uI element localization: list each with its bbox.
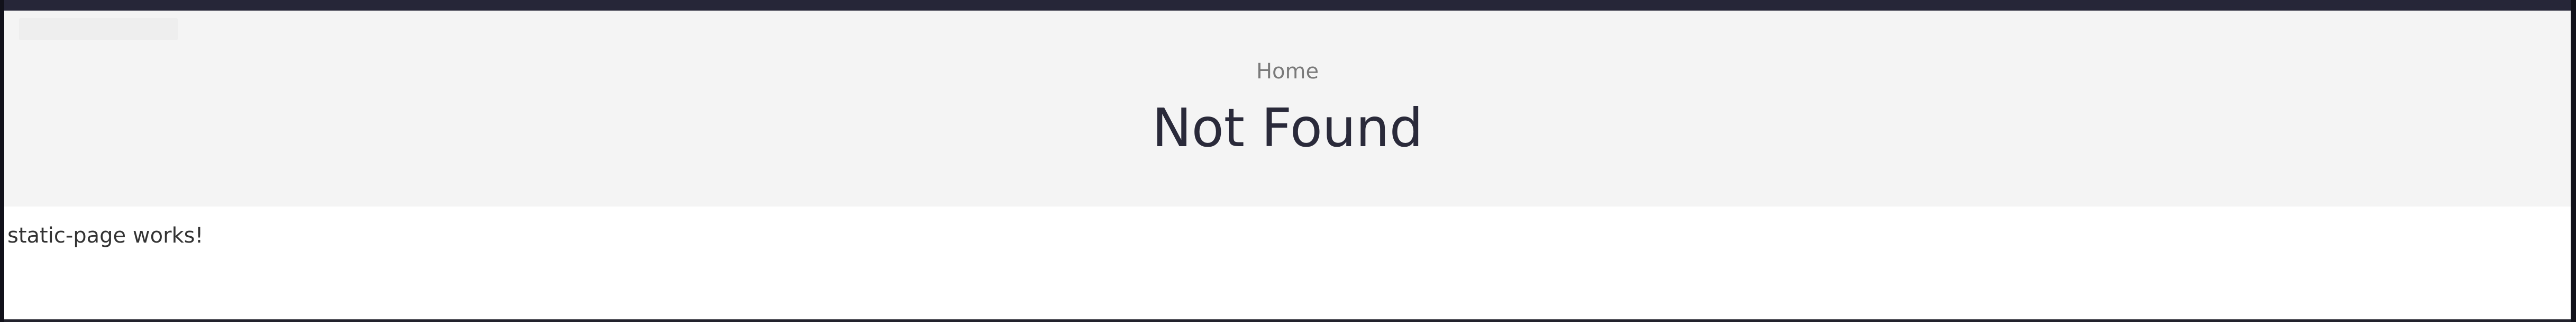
- logo-placeholder: [19, 18, 178, 40]
- page-content-text: static-page works!: [7, 223, 204, 248]
- top-navigation-bar: [0, 0, 2576, 11]
- breadcrumb: Home: [4, 59, 2571, 84]
- window-edge-right: [2571, 0, 2576, 322]
- page-header-banner: Home Not Found: [4, 11, 2571, 207]
- window-edge-left: [0, 0, 4, 322]
- browser-frame: Home Not Found static-page works!: [0, 0, 2576, 322]
- page-title: Not Found: [1152, 97, 1423, 159]
- page-body: Home Not Found static-page works!: [4, 11, 2571, 319]
- breadcrumb-home-link[interactable]: Home: [1256, 59, 1319, 84]
